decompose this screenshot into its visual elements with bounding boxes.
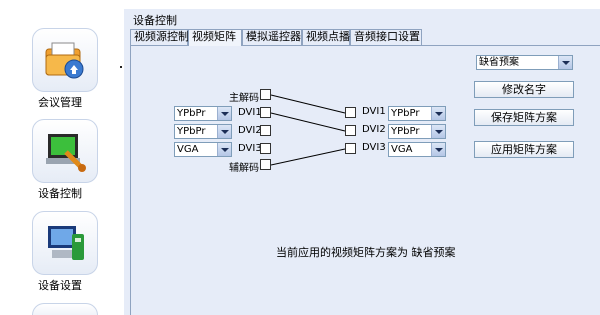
input-format-value: YPbPr [177, 108, 206, 119]
output-label-dvi3: DVI3 [362, 142, 386, 153]
sidebar-item-label: 会议管理 [38, 96, 82, 109]
meeting-folder-icon[interactable] [32, 28, 98, 92]
output-format-select-dvi1[interactable]: YPbPr [388, 106, 446, 121]
output-format-select-dvi2[interactable]: YPbPr [388, 124, 446, 139]
input-label-dvi1: DVI1 [238, 107, 262, 118]
input-port-dvi2[interactable] [260, 125, 271, 136]
output-port-dvi2[interactable] [345, 125, 356, 136]
page-title: 设备控制 [133, 14, 177, 27]
output-format-value: VGA [391, 144, 413, 155]
chevron-down-icon[interactable] [431, 125, 445, 138]
input-format-select-dvi3[interactable]: VGA [174, 142, 232, 157]
tab-video-source-control[interactable]: 视频源控制 [130, 29, 189, 45]
tab-audio-interface-settings[interactable]: 音频接口设置 [350, 29, 422, 45]
device-control-icon[interactable] [32, 119, 98, 183]
input-label-main-decoder: 主解码 [229, 93, 259, 104]
sidebar: 会议管理 设备控制 设备设置 [0, 0, 120, 315]
sidebar-item-label: 设备设置 [38, 279, 82, 292]
status-text: 当前应用的视频矩阵方案为 缺省预案 [276, 246, 456, 259]
input-port-dvi3[interactable] [260, 143, 271, 154]
tab-video-on-demand[interactable]: 视频点播 [302, 29, 350, 45]
input-label-dvi2: DVI2 [238, 125, 262, 136]
input-port-main-decoder[interactable] [260, 89, 271, 100]
chevron-down-icon[interactable] [431, 143, 445, 156]
save-matrix-button[interactable]: 保存矩阵方案 [474, 109, 574, 126]
device-settings-icon[interactable] [32, 211, 98, 275]
chevron-down-icon[interactable] [217, 143, 231, 156]
output-format-select-dvi3[interactable]: VGA [388, 142, 446, 157]
chevron-down-icon[interactable] [217, 125, 231, 138]
preset-select-value: 缺省预案 [479, 57, 519, 68]
input-label-dvi3: DVI3 [238, 143, 262, 154]
sidebar-item-label: 设备控制 [38, 187, 82, 200]
input-format-value: VGA [177, 144, 199, 155]
tab-simulated-remote[interactable]: 模拟遥控器 [242, 29, 302, 45]
output-port-dvi3[interactable] [345, 143, 356, 154]
chevron-down-icon[interactable] [431, 107, 445, 120]
output-port-dvi1[interactable] [345, 107, 356, 118]
input-label-aux-decoder: 辅解码 [229, 163, 259, 174]
output-label-dvi2: DVI2 [362, 124, 386, 135]
sidebar-item-next[interactable] [32, 303, 98, 315]
chevron-down-icon[interactable] [558, 56, 572, 69]
divider-dot [120, 66, 122, 68]
input-format-value: YPbPr [177, 126, 206, 137]
rename-button[interactable]: 修改名字 [474, 81, 574, 98]
input-format-select-dvi2[interactable]: YPbPr [174, 124, 232, 139]
apply-matrix-button[interactable]: 应用矩阵方案 [474, 141, 574, 158]
output-format-value: YPbPr [391, 126, 420, 137]
input-port-dvi1[interactable] [260, 107, 271, 118]
preset-select[interactable]: 缺省预案 [476, 55, 573, 70]
output-label-dvi1: DVI1 [362, 106, 386, 117]
output-format-value: YPbPr [391, 108, 420, 119]
input-port-aux-decoder[interactable] [260, 159, 271, 170]
tab-video-matrix[interactable]: 视频矩阵 [188, 29, 242, 46]
chevron-down-icon[interactable] [217, 107, 231, 120]
input-format-select-dvi1[interactable]: YPbPr [174, 106, 232, 121]
